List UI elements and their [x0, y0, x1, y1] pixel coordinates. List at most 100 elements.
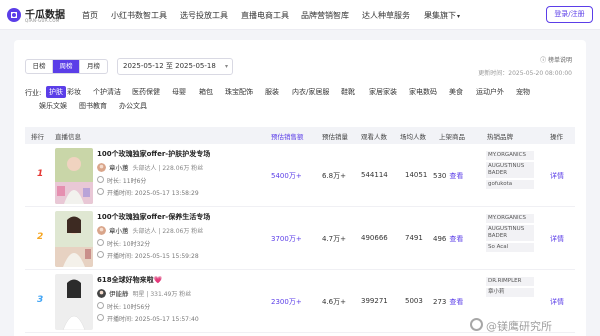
- clock-icon: [97, 302, 104, 309]
- host-info[interactable]: 章小蕙 头部达人 | 228.06万 粉丝: [97, 162, 203, 172]
- industry-chip-stationery[interactable]: 办公文具: [119, 100, 147, 112]
- nav-item-selection-tools[interactable]: 选号投放工具: [180, 10, 228, 21]
- industry-chip-entertainment[interactable]: 娱乐文娱: [39, 100, 67, 112]
- live-title[interactable]: 100个玫瑰独家offer-护肤护发专场: [97, 149, 210, 159]
- logo-icon: [7, 8, 21, 22]
- sales-volume: 4.6万+: [322, 298, 346, 306]
- live-duration-value: 时长: 10时56分: [107, 304, 151, 311]
- rules-link[interactable]: ⓘ 榜单说明: [540, 55, 572, 64]
- clock-icon: [97, 176, 104, 183]
- industry-chip-jewelry[interactable]: 珠宝配饰: [225, 86, 253, 98]
- calendar-icon: [97, 251, 104, 258]
- col-hot-brands: 热销品牌: [487, 133, 513, 141]
- host-meta: 头部达人 | 228.06万 粉丝: [132, 164, 204, 172]
- live-start-time: 开播时间: 2025-05-15 15:59:28: [97, 251, 199, 260]
- nav-item-xhs-tools[interactable]: 小红书数智工具: [111, 10, 167, 21]
- industry-chip-home[interactable]: 家居家装: [369, 86, 397, 98]
- industry-chip-health[interactable]: 医药保健: [132, 86, 160, 98]
- brand-tag[interactable]: gofukota: [486, 180, 534, 189]
- live-start-time: 开播时间: 2025-05-17 13:58:29: [97, 188, 199, 197]
- live-start-value: 开播时间: 2025-05-17 13:58:29: [107, 190, 199, 197]
- avatar: [97, 288, 106, 298]
- col-actions: 操作: [550, 133, 563, 141]
- industry-chip-apparel[interactable]: 服装: [265, 86, 279, 98]
- sales-volume: 6.8万+: [322, 172, 346, 180]
- industry-chip-shoes[interactable]: 鞋靴: [341, 86, 355, 98]
- tab-daily[interactable]: 日榜: [26, 60, 53, 73]
- avatar: [97, 225, 106, 235]
- industry-chip-baby[interactable]: 母婴: [172, 86, 186, 98]
- live-duration-value: 时长: 11时6分: [107, 178, 147, 185]
- brand-tag[interactable]: 章小莉: [486, 288, 534, 297]
- brand-tag[interactable]: MY.ORGANICS: [486, 151, 534, 160]
- live-start-value: 开播时间: 2025-05-17 15:57:40: [107, 316, 199, 323]
- industry-chip-books[interactable]: 图书教育: [79, 100, 107, 112]
- calendar-icon: [97, 188, 104, 195]
- login-button[interactable]: 登录/注册: [546, 6, 593, 23]
- col-products[interactable]: 上架商品: [439, 131, 465, 141]
- industry-chip-sports[interactable]: 运动户外: [476, 86, 504, 98]
- brand-tag[interactable]: DR.RIMPLER: [486, 277, 534, 286]
- avg-viewers: 7491: [405, 234, 423, 242]
- date-range-value: 2025-05-12 至 2025-05-18: [123, 62, 216, 70]
- col-avg-viewers[interactable]: 场均人数: [400, 131, 426, 141]
- clock-icon: [97, 239, 104, 246]
- view-products-link[interactable]: 查看: [449, 172, 463, 180]
- col-sales-volume[interactable]: 预估销量: [322, 131, 348, 141]
- avatar: [97, 162, 106, 172]
- live-duration-value: 时长: 10时32分: [107, 241, 151, 248]
- chevron-down-icon: ▾: [457, 13, 461, 20]
- host-info[interactable]: 伊能静 明星 | 331.49万 粉丝: [97, 288, 191, 298]
- rank-number: 2: [37, 232, 44, 242]
- tab-monthly[interactable]: 月榜: [80, 60, 107, 73]
- industry-chip-personal-care[interactable]: 个护清洁: [93, 86, 121, 98]
- live-duration: 时长: 10时56分: [97, 302, 151, 311]
- viewers: 399271: [361, 297, 388, 305]
- brand-tag[interactable]: MY.ORGANICS: [486, 214, 534, 223]
- detail-link[interactable]: 详情: [550, 171, 564, 181]
- detail-link[interactable]: 详情: [550, 234, 564, 244]
- live-title[interactable]: 618全球好物来啦💗: [97, 275, 162, 285]
- chevron-down-icon: ▾: [224, 63, 228, 70]
- view-products-link[interactable]: 查看: [449, 235, 463, 243]
- nav-item-brand-think-tank[interactable]: 品牌营销智库: [301, 10, 349, 21]
- nav-item-kol-service[interactable]: 达人种草服务: [362, 10, 410, 21]
- tab-weekly[interactable]: 周榜: [53, 60, 80, 73]
- logo[interactable]: 千瓜数据 QIAN-GUA.COM: [6, 5, 68, 25]
- rules-link-label: 榜单说明: [547, 57, 572, 64]
- live-cover-thumbnail[interactable]: [55, 148, 93, 204]
- nav-item-home[interactable]: 首页: [82, 10, 98, 21]
- brand-tag[interactable]: So Acal: [486, 243, 534, 252]
- industry-chip-makeup[interactable]: 彩妆: [67, 86, 81, 98]
- products-count: 496 查看: [433, 234, 463, 244]
- industry-chip-bags[interactable]: 箱包: [199, 86, 213, 98]
- host-info[interactable]: 章小蕙 头部达人 | 228.06万 粉丝: [97, 225, 203, 235]
- top-nav: 千瓜数据 QIAN-GUA.COM 首页 小红书数智工具 选号投放工具 直播电商…: [0, 0, 600, 30]
- hot-brands: MY.ORGANICS AUGUSTINUS BADER gofukota: [486, 151, 534, 191]
- hot-brands: MY.ORGANICS AUGUSTINUS BADER So Acal: [486, 214, 534, 254]
- brand-tag[interactable]: AUGUSTINUS BADER: [486, 225, 534, 241]
- nav-item-live-tools[interactable]: 直播电商工具: [241, 10, 289, 21]
- brand-tag[interactable]: AUGUSTINUS BADER: [486, 162, 534, 178]
- live-start-time: 开播时间: 2025-05-17 15:57:40: [97, 314, 199, 323]
- nav-item-guoji-group[interactable]: 果集旗下▾: [424, 10, 460, 21]
- products-count: 273 查看: [433, 297, 463, 307]
- live-title[interactable]: 100个玫瑰独家offer-保养生活专场: [97, 212, 210, 222]
- col-live-info: 直播信息: [55, 133, 81, 141]
- industry-chip-pets[interactable]: 宠物: [516, 86, 530, 98]
- host-name: 伊能静: [109, 290, 129, 298]
- live-cover-thumbnail[interactable]: [55, 274, 93, 330]
- industry-chip-food[interactable]: 美食: [449, 86, 463, 98]
- industry-chip-electronics[interactable]: 家电数码: [409, 86, 437, 98]
- live-start-value: 开播时间: 2025-05-15 15:59:28: [107, 253, 199, 260]
- detail-link[interactable]: 详情: [550, 297, 564, 307]
- industry-chip-skincare[interactable]: 护肤: [46, 86, 66, 98]
- live-cover-thumbnail[interactable]: [55, 211, 93, 267]
- date-range-picker[interactable]: 2025-05-12 至 2025-05-18 ▾: [117, 58, 233, 75]
- industry-chip-underwear[interactable]: 内衣/家居服: [292, 86, 329, 98]
- col-viewers[interactable]: 观看人数: [361, 131, 387, 141]
- products-count: 530 查看: [433, 171, 463, 181]
- avg-viewers: 5003: [405, 297, 423, 305]
- col-sales-amount[interactable]: 预估销售额: [271, 131, 304, 141]
- view-products-link[interactable]: 查看: [449, 298, 463, 306]
